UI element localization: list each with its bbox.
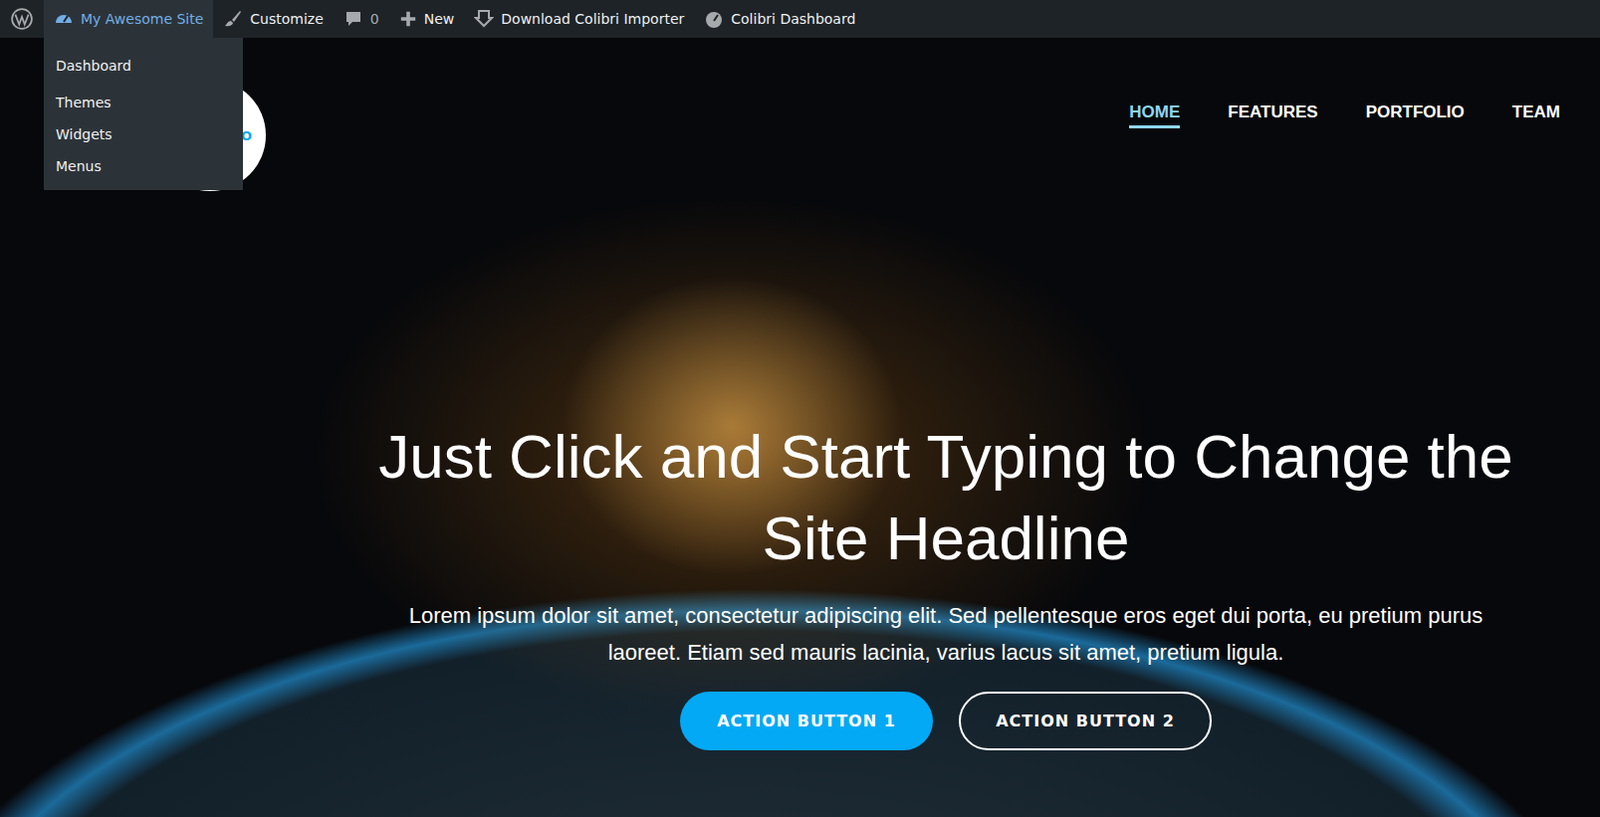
site-menu-item[interactable]: Dashboard bbox=[43, 49, 243, 82]
admin-bar-item[interactable]: 0 bbox=[333, 0, 390, 38]
admin-bar-label: 0 bbox=[370, 10, 380, 27]
admin-bar-label: Customize bbox=[249, 10, 324, 27]
nav-item[interactable]: PORTFOLIO bbox=[1366, 102, 1465, 129]
hero-title: Just Click and Start Typing to Change th… bbox=[378, 416, 1514, 580]
admin-bar-item[interactable]: New bbox=[389, 0, 465, 38]
comment-icon bbox=[343, 8, 364, 29]
hero-buttons: ACTION BUTTON 1 ACTION BUTTON 2 bbox=[378, 691, 1514, 751]
wordpress-menu[interactable] bbox=[0, 0, 44, 38]
site-menu-item[interactable]: Menus bbox=[43, 150, 243, 183]
admin-bar-label: Colibri Dashboard bbox=[730, 10, 856, 27]
action-button[interactable]: ACTION BUTTON 2 bbox=[958, 691, 1212, 751]
site-menu-item[interactable]: Themes bbox=[43, 86, 243, 119]
wordpress-logo-icon bbox=[10, 7, 33, 30]
action-button[interactable]: ACTION BUTTON 1 bbox=[680, 691, 933, 751]
admin-bar-label: My Awesome Site bbox=[80, 10, 204, 27]
main-nav: HOME FEATURES PORTFOLIO TEAM bbox=[1129, 102, 1561, 129]
admin-bar-item[interactable]: Customize bbox=[213, 0, 334, 38]
plus-icon bbox=[399, 9, 418, 28]
admin-bar: My Awesome Site Customize 0 New Download… bbox=[0, 0, 1600, 38]
dashboard-icon bbox=[53, 8, 74, 29]
site-menu-item[interactable]: Widgets bbox=[43, 118, 243, 151]
page: My Awesome Site Customize 0 New Download… bbox=[0, 0, 1600, 817]
admin-bar-item[interactable]: Download Colibri Importer bbox=[463, 0, 694, 38]
nav-item[interactable]: FEATURES bbox=[1227, 102, 1318, 129]
nav-item[interactable]: HOME bbox=[1129, 102, 1180, 129]
download-icon bbox=[473, 8, 494, 29]
hero-text: Lorem ipsum dolor sit amet, consectetur … bbox=[408, 597, 1484, 672]
admin-bar-label: Download Colibri Importer bbox=[500, 10, 685, 27]
nav-item[interactable]: TEAM bbox=[1512, 102, 1561, 129]
brush-icon bbox=[223, 8, 243, 29]
hero-content: Just Click and Start Typing to Change th… bbox=[378, 416, 1514, 751]
admin-bar-label: New bbox=[424, 10, 456, 27]
admin-bar-item[interactable]: Colibri Dashboard bbox=[693, 0, 866, 38]
admin-bar-item[interactable]: My Awesome Site bbox=[43, 0, 214, 38]
site-menu: Dashboard ThemesWidgetsMenus bbox=[43, 37, 243, 191]
gauge-icon bbox=[703, 8, 724, 29]
